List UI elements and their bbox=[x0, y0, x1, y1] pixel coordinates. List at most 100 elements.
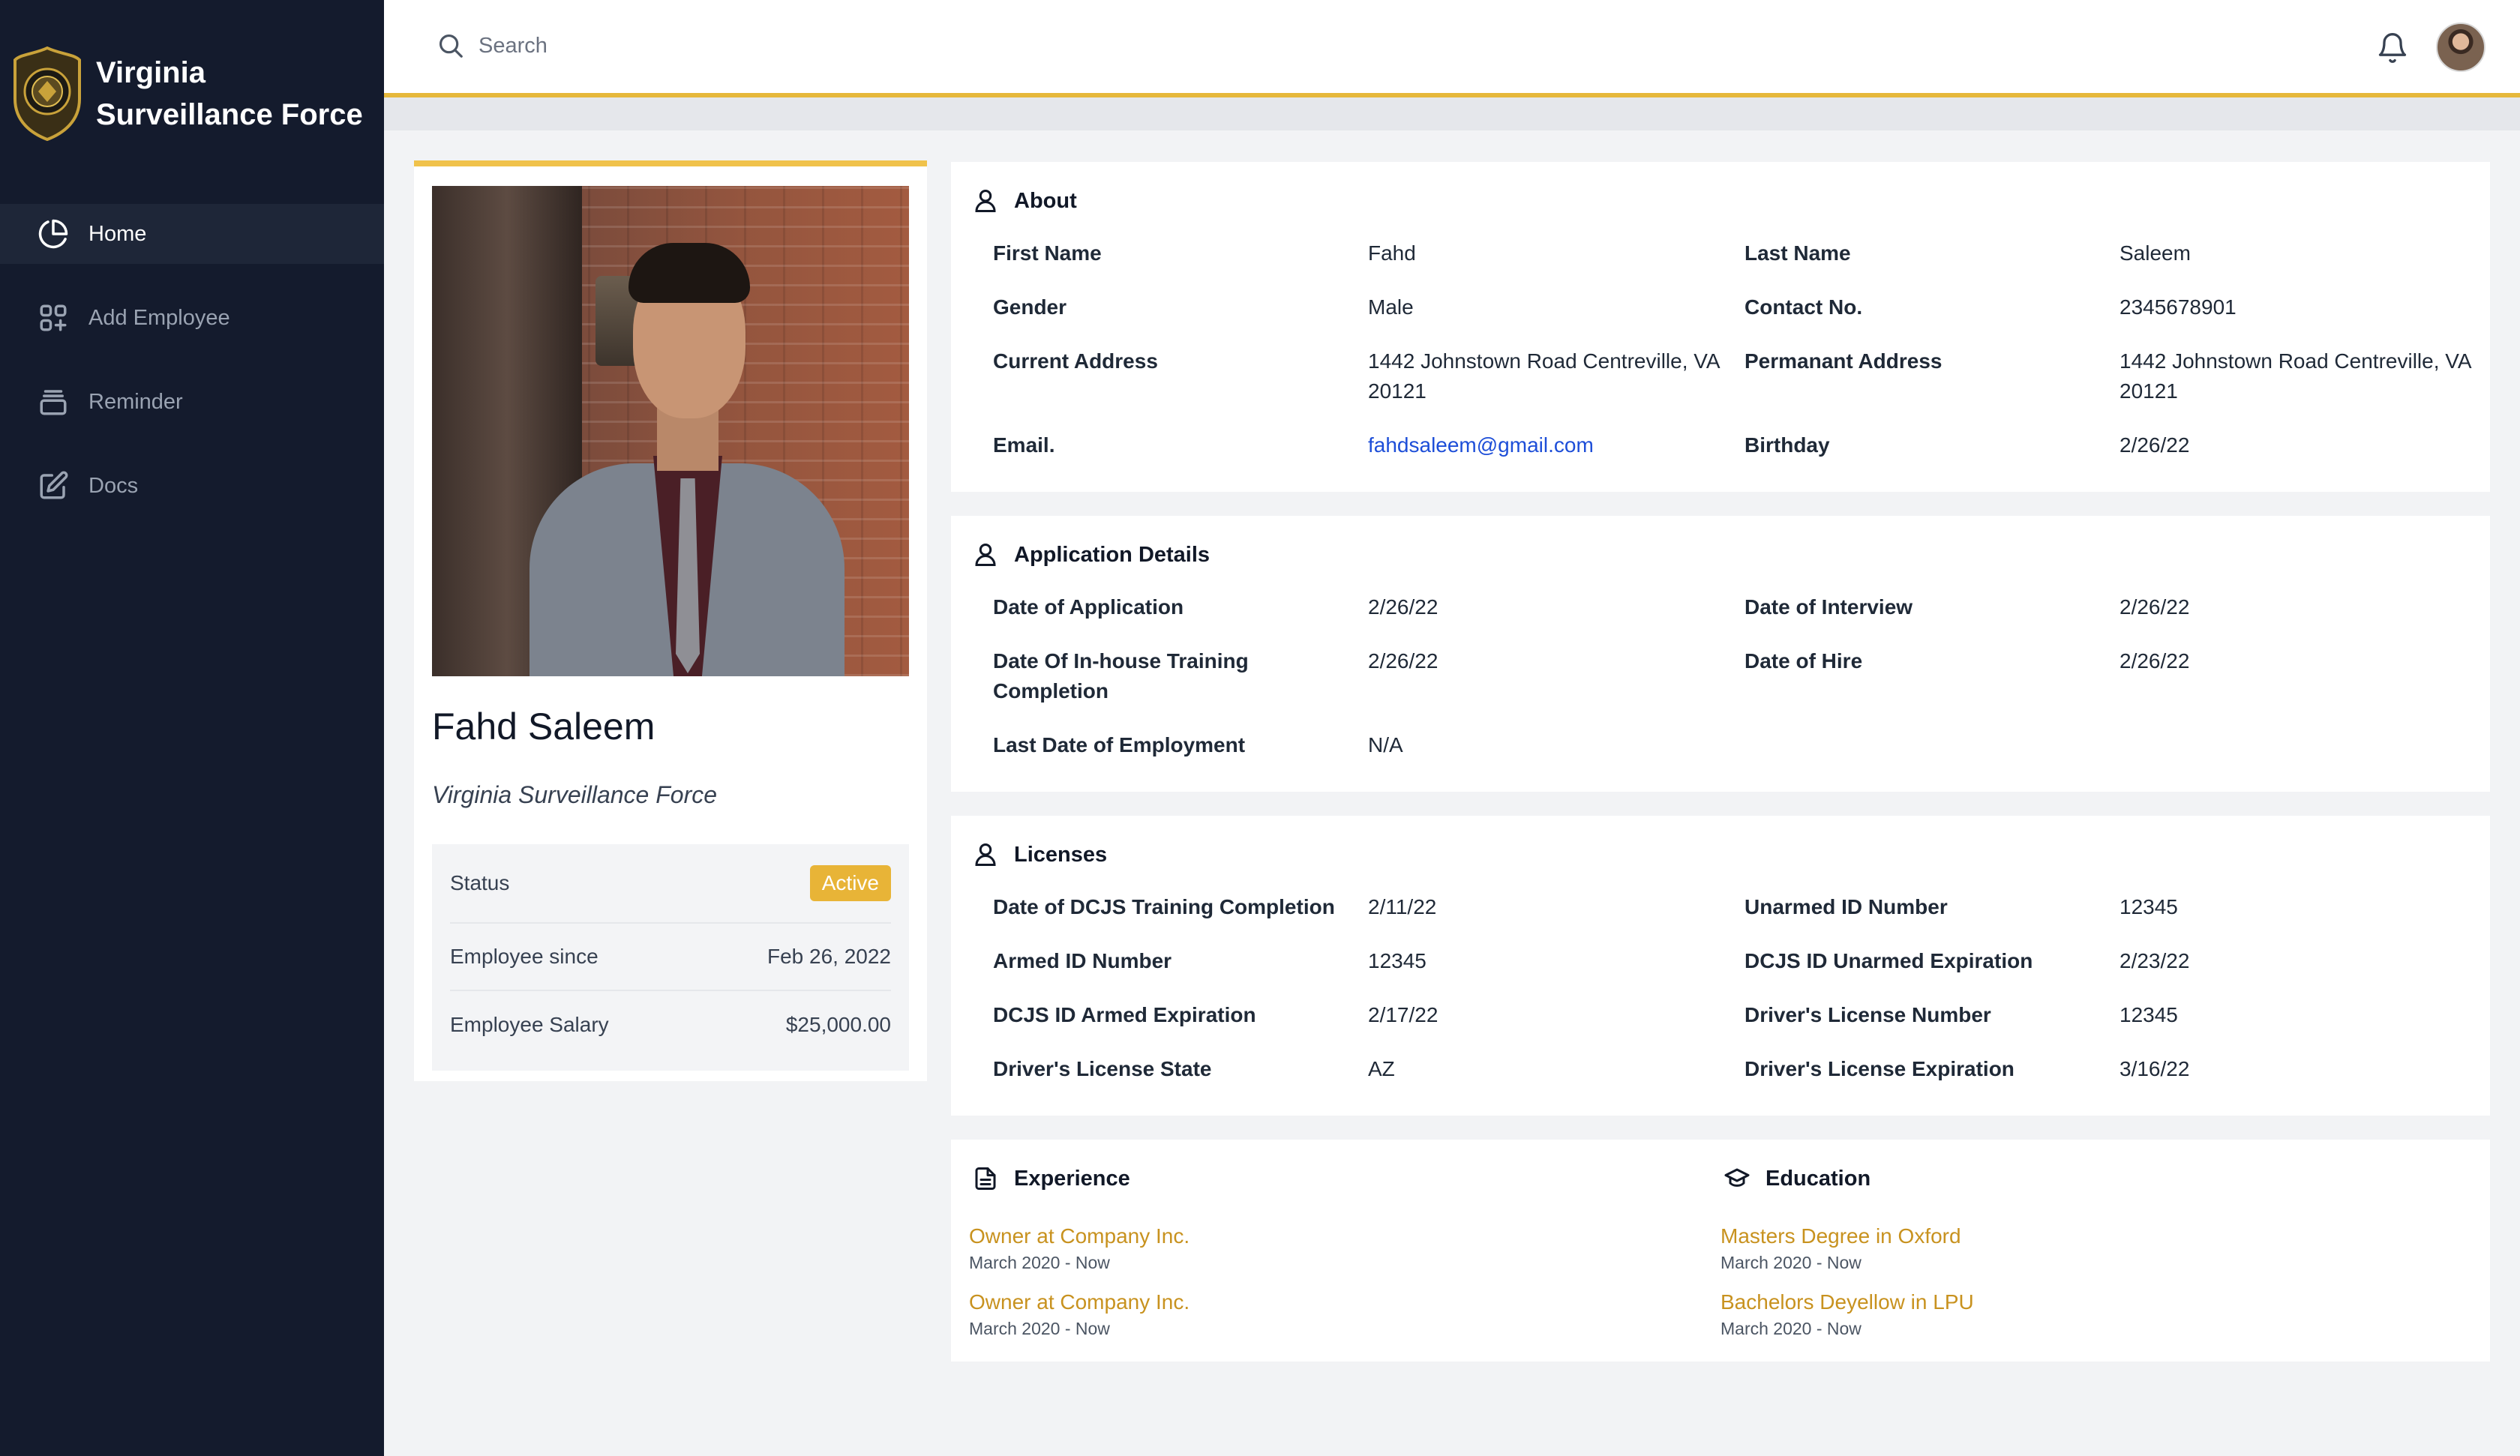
about-section: About First Name Fahd Last Name Saleem G… bbox=[951, 162, 2490, 492]
archive-icon bbox=[38, 386, 69, 418]
field-label: Driver's License Number bbox=[1744, 1003, 1991, 1026]
field-label: Last Date of Employment bbox=[993, 733, 1246, 756]
education-date: March 2020 - Now bbox=[1720, 1319, 1862, 1338]
experience-column: Experience Owner at Company Inc. March 2… bbox=[969, 1140, 1689, 1362]
licenses-section: Licenses Date of DCJS Training Completio… bbox=[951, 816, 2490, 1116]
user-icon bbox=[975, 190, 996, 212]
profile-organization: Virginia Surveillance Force bbox=[432, 781, 718, 808]
sidebar-nav: Home Add Employee Reminder Docs bbox=[0, 204, 384, 540]
field-value: N/A bbox=[1368, 733, 1403, 756]
graduation-cap-icon bbox=[1724, 1168, 1750, 1187]
profile-name: Fahd Saleem bbox=[432, 706, 656, 747]
education-item[interactable]: Masters Degree in Oxford March 2020 - No… bbox=[1720, 1222, 1961, 1275]
field-value: 12345 bbox=[1368, 949, 1426, 972]
field-value: 2/26/22 bbox=[2120, 649, 2190, 673]
about-header: About bbox=[972, 187, 1077, 214]
field-value: 12345 bbox=[2120, 1003, 2178, 1026]
sidebar-item-add-employee[interactable]: Add Employee bbox=[0, 288, 384, 348]
section-title: Education bbox=[1766, 1166, 1871, 1191]
field-value: AZ bbox=[1368, 1057, 1395, 1080]
sidebar-item-home[interactable]: Home bbox=[0, 204, 384, 264]
status-row: Status Active bbox=[450, 844, 891, 924]
avatar[interactable] bbox=[2436, 22, 2486, 72]
employee-since-label: Employee since bbox=[450, 945, 598, 968]
user-icon bbox=[975, 544, 996, 566]
field-value: 2/26/22 bbox=[1368, 595, 1438, 619]
search-input[interactable] bbox=[478, 33, 928, 58]
field-value: 1442 Johnstown Road Centreville, VA 2012… bbox=[2120, 349, 2470, 403]
education-item[interactable]: Bachelors Deyellow in LPU March 2020 - N… bbox=[1720, 1288, 1974, 1341]
field-label: Gender bbox=[993, 295, 1067, 319]
employee-since-value: Feb 26, 2022 bbox=[766, 945, 891, 968]
field-label: Contact No. bbox=[1744, 295, 1863, 319]
email-link[interactable]: fahdsaleem@gmail.com bbox=[1368, 430, 1728, 460]
sidebar-item-docs[interactable]: Docs bbox=[0, 456, 384, 516]
field-label: Date of Interview bbox=[1744, 595, 1913, 619]
profile-photo bbox=[432, 186, 909, 676]
application-header: Application Details bbox=[972, 541, 1210, 568]
field-value: 2345678901 bbox=[2120, 295, 2236, 319]
experience-title: Owner at Company Inc. bbox=[969, 1224, 1190, 1248]
application-section: Application Details Date of Application … bbox=[951, 516, 2490, 792]
top-strip bbox=[384, 97, 2520, 130]
field-label: Permanant Address bbox=[1744, 349, 1942, 373]
education-title: Masters Degree in Oxford bbox=[1720, 1224, 1961, 1248]
field-label: Email. bbox=[993, 433, 1055, 457]
pie-chart-icon bbox=[38, 218, 69, 250]
section-title: About bbox=[1014, 188, 1077, 213]
salary-value: $25,000.00 bbox=[785, 1013, 891, 1036]
sidebar: Virginia Surveillance Force Home Add Emp… bbox=[0, 0, 384, 1456]
sidebar-item-label: Docs bbox=[88, 473, 139, 498]
field-label: Driver's License Expiration bbox=[1744, 1057, 2014, 1080]
experience-date: March 2020 - Now bbox=[969, 1319, 1110, 1338]
experience-item[interactable]: Owner at Company Inc. March 2020 - Now bbox=[969, 1288, 1190, 1341]
salary-row: Employee Salary $25,000.00 bbox=[450, 991, 891, 1059]
add-grid-icon bbox=[38, 302, 69, 334]
field-label: DCJS ID Unarmed Expiration bbox=[1744, 949, 2033, 972]
user-icon bbox=[975, 843, 996, 866]
experience-education-section: Experience Owner at Company Inc. March 2… bbox=[951, 1140, 2490, 1362]
field-value: 12345 bbox=[2120, 895, 2178, 918]
sidebar-item-reminder[interactable]: Reminder bbox=[0, 372, 384, 432]
licenses-header: Licenses bbox=[972, 841, 1107, 868]
section-title: Licenses bbox=[1014, 842, 1108, 867]
sidebar-item-label: Reminder bbox=[88, 389, 183, 414]
edit-icon bbox=[38, 470, 69, 502]
section-title: Application Details bbox=[1014, 542, 1210, 567]
sidebar-item-label: Home bbox=[88, 221, 147, 246]
experience-item[interactable]: Owner at Company Inc. March 2020 - Now bbox=[969, 1222, 1190, 1275]
field-value: 2/26/22 bbox=[2120, 595, 2190, 619]
search-box[interactable] bbox=[436, 31, 928, 60]
field-label: Date Of In-house Training Completion bbox=[993, 649, 1249, 703]
experience-date: March 2020 - Now bbox=[969, 1253, 1110, 1272]
salary-label: Employee Salary bbox=[450, 1013, 609, 1036]
field-value: 3/16/22 bbox=[2120, 1057, 2190, 1080]
field-value: Fahd bbox=[1368, 241, 1416, 265]
field-label: First Name bbox=[993, 241, 1102, 265]
profile-stats: Status Active Employee since Feb 26, 202… bbox=[432, 844, 909, 1071]
brand[interactable]: Virginia Surveillance Force bbox=[14, 46, 388, 141]
education-title: Bachelors Deyellow in LPU bbox=[1720, 1290, 1974, 1314]
section-title: Experience bbox=[1014, 1166, 1130, 1191]
field-label: Date of Hire bbox=[1744, 649, 1863, 673]
top-bar bbox=[384, 0, 2520, 97]
bell-icon[interactable] bbox=[2376, 31, 2409, 64]
sidebar-item-label: Add Employee bbox=[88, 305, 230, 330]
field-label: Current Address bbox=[993, 349, 1158, 373]
profile-card: Fahd Saleem Virginia Surveillance Force … bbox=[414, 160, 927, 1081]
field-label: Driver's License State bbox=[993, 1057, 1212, 1080]
employee-since-row: Employee since Feb 26, 2022 bbox=[450, 924, 891, 991]
field-label: Last Name bbox=[1744, 241, 1851, 265]
field-value: 1442 Johnstown Road Centreville, VA 2012… bbox=[1368, 349, 1719, 403]
field-label: Birthday bbox=[1744, 433, 1830, 457]
experience-title: Owner at Company Inc. bbox=[969, 1290, 1190, 1314]
field-value: 2/26/22 bbox=[1368, 649, 1438, 673]
field-label: Armed ID Number bbox=[993, 949, 1172, 972]
field-label: Date of DCJS Training Completion bbox=[993, 895, 1335, 918]
field-value: 2/23/22 bbox=[2120, 949, 2190, 972]
education-header: Education bbox=[1724, 1165, 1870, 1192]
brand-name: Virginia Surveillance Force bbox=[96, 56, 363, 131]
experience-header: Experience bbox=[972, 1165, 1130, 1192]
field-value: 2/26/22 bbox=[2120, 433, 2190, 457]
search-icon bbox=[439, 34, 463, 58]
